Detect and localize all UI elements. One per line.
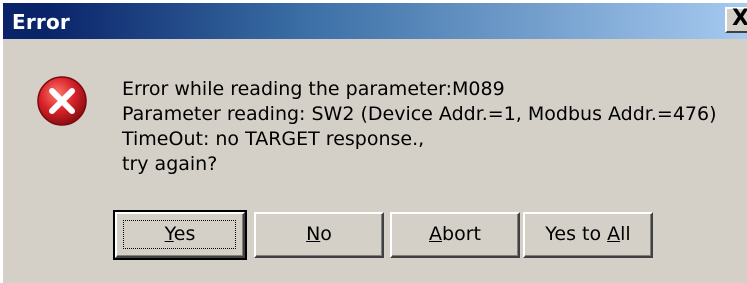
- yes-to-all-button-label: Yes to All: [545, 223, 631, 245]
- close-button[interactable]: X: [725, 6, 747, 33]
- dialog-body: Error while reading the parameter:M089 P…: [3, 39, 747, 283]
- title-bar[interactable]: Error X: [3, 3, 747, 39]
- dialog-title: Error: [12, 10, 70, 34]
- message-line: Parameter reading: SW2 (Device Addr.=1, …: [122, 103, 717, 125]
- error-message: Error while reading the parameter:M089 P…: [122, 77, 717, 177]
- yes-button-label: Yes: [164, 223, 196, 245]
- error-icon: [37, 76, 87, 126]
- message-line: try again?: [122, 153, 218, 175]
- error-dialog: Error X Error while reading the paramete…: [0, 0, 747, 283]
- close-icon: X: [732, 6, 747, 31]
- yes-button[interactable]: Yes: [113, 210, 247, 260]
- message-line: TimeOut: no TARGET response.,: [122, 128, 425, 150]
- message-line: Error while reading the parameter:M089: [122, 78, 505, 100]
- abort-button-label: Abort: [429, 223, 481, 245]
- no-button[interactable]: No: [254, 212, 384, 258]
- abort-button[interactable]: Abort: [390, 212, 520, 258]
- no-button-label: No: [306, 223, 332, 245]
- yes-to-all-button[interactable]: Yes to All: [523, 212, 653, 258]
